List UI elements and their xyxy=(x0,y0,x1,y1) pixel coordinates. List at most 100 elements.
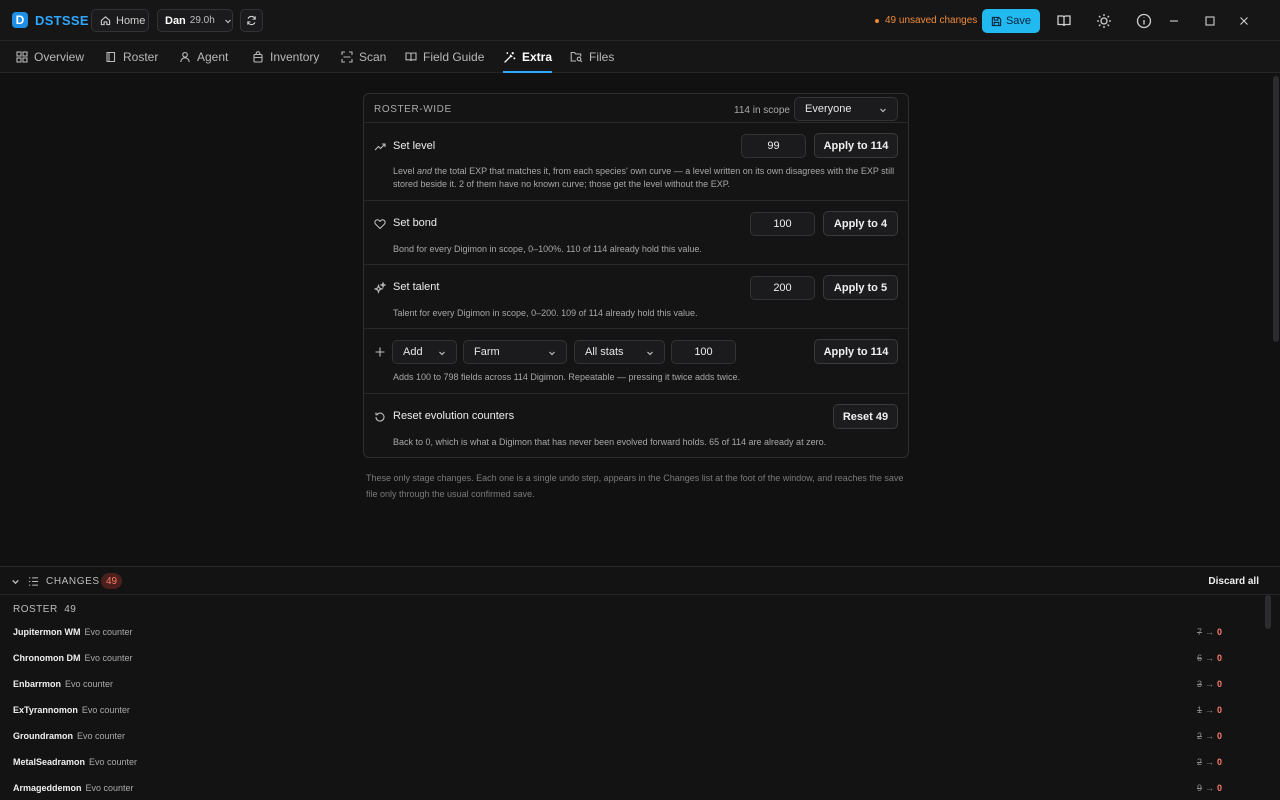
group-count: 49 xyxy=(64,604,77,615)
chevron-down-icon[interactable] xyxy=(11,577,20,586)
theme-toggle-button[interactable] xyxy=(1095,12,1113,30)
tab-roster[interactable]: Roster xyxy=(105,41,158,73)
new-value: 0 xyxy=(1216,627,1222,637)
scope-value: Everyone xyxy=(805,103,852,115)
new-value: 0 xyxy=(1216,653,1222,663)
change-row[interactable]: Enbarrmon Evo counter 3 → 0 xyxy=(0,679,1262,705)
apply-add-button[interactable]: Apply to 114 xyxy=(814,339,898,364)
arrow-icon: → xyxy=(1204,679,1214,689)
field-name: Evo counter xyxy=(85,783,134,793)
guide-button[interactable] xyxy=(1055,12,1073,30)
roster-wide-card: ROSTER-WIDE 114 in scope Everyone Set le… xyxy=(363,93,909,458)
change-row[interactable]: Armageddemon Evo counter 9 → 0 xyxy=(0,783,1262,800)
chevron-down-icon xyxy=(549,351,555,356)
home-button[interactable]: Home xyxy=(91,9,149,32)
tab-files[interactable]: Files xyxy=(570,41,614,73)
home-label: Home xyxy=(116,14,146,27)
close-icon xyxy=(1240,17,1248,25)
change-delta: 2 → 0 xyxy=(1197,757,1222,767)
tab-scan[interactable]: Scan xyxy=(341,41,386,73)
arrow-icon: → xyxy=(1204,627,1214,637)
change-name: Jupitermon WM Evo counter xyxy=(13,627,133,637)
discard-all-button[interactable]: Discard all xyxy=(1208,576,1259,587)
old-value: 6 xyxy=(1196,653,1202,663)
book-open-icon xyxy=(1057,15,1071,27)
old-value: 7 xyxy=(1196,627,1202,637)
level-input[interactable]: 99 xyxy=(741,134,806,158)
operation-value: Add xyxy=(403,346,423,358)
digimon-name: Chronomon DM xyxy=(13,653,81,663)
save-button[interactable]: Save xyxy=(982,9,1040,33)
arrow-icon: → xyxy=(1204,705,1214,715)
tab-extra[interactable]: Extra xyxy=(503,41,553,73)
group-name: ROSTER xyxy=(13,604,58,615)
apply-level-button[interactable]: Apply to 114 xyxy=(814,133,898,158)
digimon-name: Enbarrmon xyxy=(13,679,62,689)
change-name: ExTyrannomon Evo counter xyxy=(13,705,130,715)
maximize-icon xyxy=(1205,16,1215,26)
change-name: MetalSeadramon Evo counter xyxy=(13,757,137,767)
changes-header: CHANGES 49 Discard all xyxy=(0,567,1280,595)
desc-text: the total EXP that matches it, from each… xyxy=(393,166,895,189)
operation-select[interactable]: Add xyxy=(392,340,457,364)
bond-input[interactable]: 100 xyxy=(750,212,815,236)
about-button[interactable] xyxy=(1135,12,1153,30)
tab-bar: Overview Roster Agent Inventory Scan Fie… xyxy=(0,41,1280,73)
profile-select[interactable]: Dan 29.0h xyxy=(157,9,233,32)
scope-select[interactable]: Everyone xyxy=(794,97,898,121)
new-value: 0 xyxy=(1216,705,1222,715)
field-name: Evo counter xyxy=(84,653,133,663)
stat-select[interactable]: All stats xyxy=(574,340,665,364)
changes-panel: CHANGES 49 Discard all ROSTER 49 Jupiter… xyxy=(0,566,1280,800)
changes-scrollbar[interactable] xyxy=(1265,595,1271,629)
change-name: Enbarrmon Evo counter xyxy=(13,679,113,689)
add-amount-input[interactable]: 100 xyxy=(671,340,736,364)
set-level-row: Set level 99 Apply to 114 Level and the … xyxy=(364,123,908,201)
close-button[interactable] xyxy=(1235,12,1253,30)
open-book-icon xyxy=(405,52,417,62)
field-name: Evo counter xyxy=(84,627,133,637)
change-row[interactable]: Chronomon DM Evo counter 6 → 0 xyxy=(0,653,1262,679)
reset-evo-button[interactable]: Reset 49 xyxy=(833,404,898,429)
arrow-icon: → xyxy=(1204,731,1214,741)
change-row[interactable]: ExTyrannomon Evo counter 1 → 0 xyxy=(0,705,1262,731)
maximize-button[interactable] xyxy=(1201,12,1219,30)
tab-inventory[interactable]: Inventory xyxy=(252,41,319,73)
changes-title: CHANGES xyxy=(46,576,100,587)
roster-group-label: ROSTER 49 xyxy=(13,604,76,615)
sun-icon xyxy=(1097,14,1111,28)
unsaved-dot xyxy=(875,18,879,23)
tab-overview[interactable]: Overview xyxy=(16,41,84,73)
tab-field-guide[interactable]: Field Guide xyxy=(405,41,484,73)
chevron-down-icon xyxy=(439,351,445,356)
old-value: 9 xyxy=(1196,783,1202,793)
stat-source-value: Farm xyxy=(474,346,500,358)
scope-count: 114 in scope xyxy=(734,105,790,116)
chevron-down-icon xyxy=(880,108,886,113)
field-name: Evo counter xyxy=(77,731,126,741)
tab-agent[interactable]: Agent xyxy=(179,41,228,73)
change-delta: 6 → 0 xyxy=(1197,653,1222,663)
talent-input[interactable]: 200 xyxy=(750,276,815,300)
old-value: 1 xyxy=(1196,705,1202,715)
change-row[interactable]: Jupitermon WM Evo counter 7 → 0 xyxy=(0,627,1262,653)
stat-value: All stats xyxy=(585,346,624,358)
change-name: Groundramon Evo counter xyxy=(13,731,125,741)
tab-label: Scan xyxy=(359,50,387,64)
refresh-button[interactable] xyxy=(240,9,263,32)
apply-talent-button[interactable]: Apply to 5 xyxy=(823,275,898,300)
field-name: Evo counter xyxy=(89,757,138,767)
tab-label: Files xyxy=(589,50,615,64)
main-scrollbar[interactable] xyxy=(1273,76,1279,342)
changes-count-badge: 49 xyxy=(101,573,122,589)
stat-source-select[interactable]: Farm xyxy=(463,340,567,364)
reset-evo-description: Back to 0, which is what a Digimon that … xyxy=(393,437,827,447)
apply-bond-button[interactable]: Apply to 4 xyxy=(823,211,898,236)
change-row[interactable]: MetalSeadramon Evo counter 2 → 0 xyxy=(0,757,1262,783)
change-row[interactable]: Groundramon Evo counter 2 → 0 xyxy=(0,731,1262,757)
staging-footnote: These only stage changes. Each one is a … xyxy=(366,473,904,499)
minimize-button[interactable] xyxy=(1165,12,1183,30)
old-value: 2 xyxy=(1196,757,1202,767)
set-bond-row: Set bond 100 Apply to 4 Bond for every D… xyxy=(364,201,908,265)
digimon-name: Armageddemon xyxy=(13,783,82,793)
